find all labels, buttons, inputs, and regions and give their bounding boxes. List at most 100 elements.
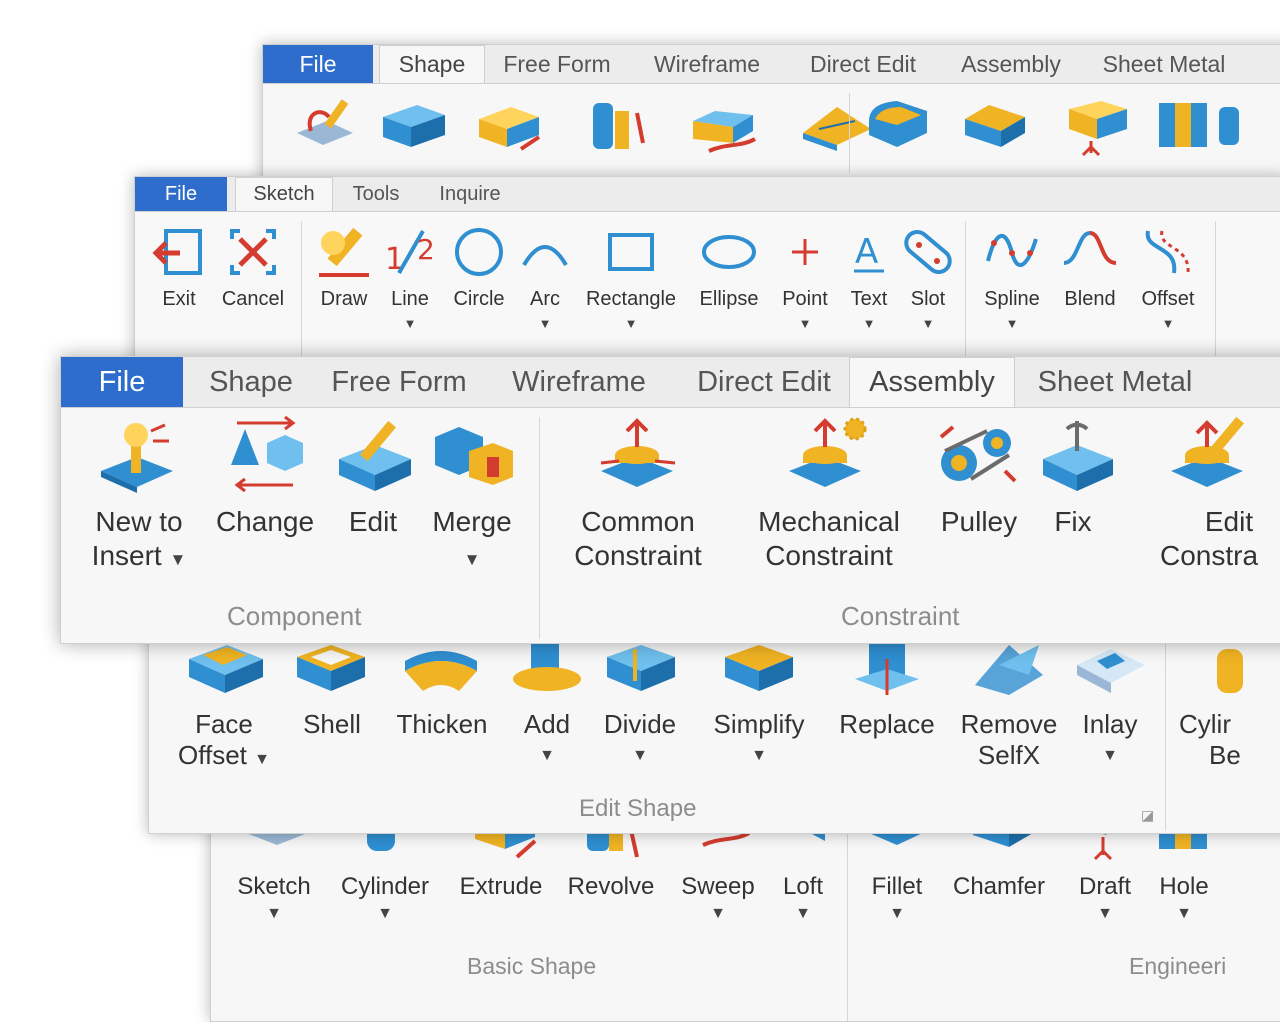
cylinder-tool[interactable]: Cylinder ▼ bbox=[335, 873, 435, 922]
assembly-tab-file[interactable]: File bbox=[61, 357, 183, 407]
hole-shape-icon[interactable] bbox=[1153, 97, 1213, 153]
hole-dropdown-icon[interactable]: ▼ bbox=[1149, 905, 1219, 922]
circle-tool[interactable]: Circle bbox=[447, 225, 511, 311]
new-to-insert-tool[interactable]: New to Insert ▼ bbox=[81, 505, 197, 572]
sweep-tool[interactable]: Sweep ▼ bbox=[675, 873, 761, 922]
merge-dropdown-icon[interactable]: ▼ bbox=[425, 551, 519, 568]
thicken-tool[interactable]: Thicken bbox=[389, 709, 495, 740]
arc-tool-label: Arc bbox=[530, 288, 560, 310]
common-constraint-line1: Common bbox=[581, 506, 695, 537]
extrude-tool[interactable]: Extrude bbox=[451, 873, 551, 902]
tab-free-form[interactable]: Free Form bbox=[491, 45, 623, 83]
arc-tool[interactable]: Arc ▼ bbox=[517, 225, 573, 330]
draft-shape-icon[interactable] bbox=[1061, 95, 1133, 157]
divide-dropdown-icon[interactable]: ▼ bbox=[593, 748, 687, 764]
shape-ribbon-separator bbox=[849, 93, 850, 173]
sweep-shape-icon[interactable] bbox=[687, 97, 763, 155]
partial-shape-icon[interactable] bbox=[1213, 103, 1243, 149]
point-tool[interactable]: Point ▼ bbox=[775, 225, 835, 330]
arc-dropdown-icon[interactable]: ▼ bbox=[517, 317, 573, 330]
block-shape-icon[interactable] bbox=[377, 97, 449, 153]
edit-constraint-tool[interactable]: Edit Constra bbox=[1139, 505, 1279, 572]
line-tool[interactable]: 12 Line ▼ bbox=[381, 225, 439, 330]
pulley-tool[interactable]: Pulley bbox=[931, 505, 1027, 539]
fillet-shape-icon[interactable] bbox=[861, 93, 933, 153]
tab-direct-edit[interactable]: Direct Edit bbox=[793, 45, 933, 83]
fillet-tool[interactable]: Fillet ▼ bbox=[859, 873, 935, 922]
ellipse-tool[interactable]: Ellipse bbox=[693, 225, 765, 311]
remove-selfx-tool[interactable]: Remove SelfX bbox=[953, 709, 1065, 771]
spline-dropdown-icon[interactable]: ▼ bbox=[977, 317, 1047, 330]
tab-wireframe[interactable]: Wireframe bbox=[637, 45, 777, 83]
assembly-tab-direct-edit[interactable]: Direct Edit bbox=[679, 357, 849, 407]
add-tool[interactable]: Add ▼ bbox=[513, 709, 581, 764]
mechanical-constraint-icon bbox=[789, 417, 867, 487]
offset-dropdown-icon[interactable]: ▼ bbox=[1133, 317, 1203, 330]
cancel-tool[interactable]: Cancel bbox=[215, 225, 291, 311]
simplify-tool[interactable]: Simplify ▼ bbox=[701, 709, 817, 764]
tab-shape[interactable]: Shape bbox=[379, 45, 485, 83]
revolve-shape-icon[interactable] bbox=[583, 93, 653, 155]
face-offset-tool[interactable]: Face Offset ▼ bbox=[169, 709, 279, 771]
chamfer-tool[interactable]: Chamfer bbox=[947, 873, 1051, 902]
assembly-tab-free-form[interactable]: Free Form bbox=[323, 357, 475, 407]
slot-dropdown-icon[interactable]: ▼ bbox=[899, 317, 957, 330]
sketch-shape-icon[interactable] bbox=[291, 93, 361, 151]
divide-tool[interactable]: Divide ▼ bbox=[593, 709, 687, 764]
cylinder-dropdown-icon[interactable]: ▼ bbox=[335, 905, 435, 922]
common-constraint-tool[interactable]: Common Constraint bbox=[563, 505, 713, 572]
offset-tool[interactable]: Offset ▼ bbox=[1133, 225, 1203, 330]
tab-sheet-metal[interactable]: Sheet Metal bbox=[1089, 45, 1239, 83]
mechanical-constraint-tool[interactable]: Mechanical Constraint bbox=[749, 505, 909, 572]
revolve-tool[interactable]: Revolve bbox=[561, 873, 661, 902]
spline-icon bbox=[986, 233, 1038, 267]
merge-tool[interactable]: Merge ▼ bbox=[425, 505, 519, 568]
spline-tool[interactable]: Spline ▼ bbox=[977, 225, 1047, 330]
blend-tool[interactable]: Blend bbox=[1055, 225, 1125, 311]
tab-assembly[interactable]: Assembly bbox=[949, 45, 1073, 83]
assembly-tab-sheet-metal[interactable]: Sheet Metal bbox=[1025, 357, 1205, 407]
sweep-dropdown-icon[interactable]: ▼ bbox=[675, 905, 761, 922]
exit-tool[interactable]: Exit bbox=[149, 225, 209, 311]
edit-tool[interactable]: Edit bbox=[333, 505, 413, 539]
change-tool[interactable]: Change bbox=[207, 505, 323, 539]
sketch-tab-tools[interactable]: Tools bbox=[339, 177, 413, 211]
draft-dropdown-icon[interactable]: ▼ bbox=[1067, 905, 1143, 922]
sketch-dropdown-icon[interactable]: ▼ bbox=[231, 905, 317, 922]
extrude-shape-icon[interactable] bbox=[473, 97, 549, 155]
slot-tool[interactable]: Slot ▼ bbox=[899, 225, 957, 330]
hole-tool[interactable]: Hole ▼ bbox=[1149, 873, 1219, 922]
assembly-tab-assembly[interactable]: Assembly bbox=[849, 357, 1015, 407]
loft-dropdown-icon[interactable]: ▼ bbox=[771, 905, 835, 922]
inlay-tool-label: Inlay bbox=[1082, 709, 1138, 739]
text-tool[interactable]: A Text ▼ bbox=[841, 225, 897, 330]
rectangle-dropdown-icon[interactable]: ▼ bbox=[581, 317, 681, 330]
face-offset-dropdown-icon[interactable]: ▼ bbox=[254, 751, 270, 768]
assembly-tab-wireframe[interactable]: Wireframe bbox=[497, 357, 661, 407]
fix-tool[interactable]: Fix bbox=[1041, 505, 1105, 539]
replace-tool[interactable]: Replace bbox=[829, 709, 945, 740]
fillet-dropdown-icon[interactable]: ▼ bbox=[859, 905, 935, 922]
shell-tool[interactable]: Shell bbox=[295, 709, 369, 740]
sketch-tab-sketch[interactable]: Sketch bbox=[235, 177, 333, 211]
draw-tool[interactable]: Draw bbox=[311, 225, 377, 311]
inlay-dropdown-icon[interactable]: ▼ bbox=[1071, 748, 1149, 764]
simplify-dropdown-icon[interactable]: ▼ bbox=[701, 748, 817, 764]
add-dropdown-icon[interactable]: ▼ bbox=[513, 748, 581, 764]
point-dropdown-icon[interactable]: ▼ bbox=[775, 317, 835, 330]
cylinder-bend-tool[interactable]: Cylir Be bbox=[1179, 709, 1259, 771]
sketch-tab-file[interactable]: File bbox=[135, 177, 227, 211]
rectangle-tool[interactable]: Rectangle ▼ bbox=[581, 225, 681, 330]
assembly-tab-shape[interactable]: Shape bbox=[193, 357, 309, 407]
draft-tool[interactable]: Draft ▼ bbox=[1067, 873, 1143, 922]
tab-file[interactable]: File bbox=[263, 45, 373, 83]
inlay-tool[interactable]: Inlay ▼ bbox=[1071, 709, 1149, 764]
text-dropdown-icon[interactable]: ▼ bbox=[841, 317, 897, 330]
dialog-launcher-icon[interactable]: ◪ bbox=[1141, 807, 1154, 824]
sketch-tab-inquire[interactable]: Inquire bbox=[425, 177, 515, 211]
loft-tool[interactable]: Loft ▼ bbox=[771, 873, 835, 922]
new-to-insert-dropdown-icon[interactable]: ▼ bbox=[169, 550, 186, 569]
chamfer-shape-icon[interactable] bbox=[959, 95, 1031, 153]
line-dropdown-icon[interactable]: ▼ bbox=[381, 317, 439, 330]
sketch-tool[interactable]: Sketch ▼ bbox=[231, 873, 317, 922]
